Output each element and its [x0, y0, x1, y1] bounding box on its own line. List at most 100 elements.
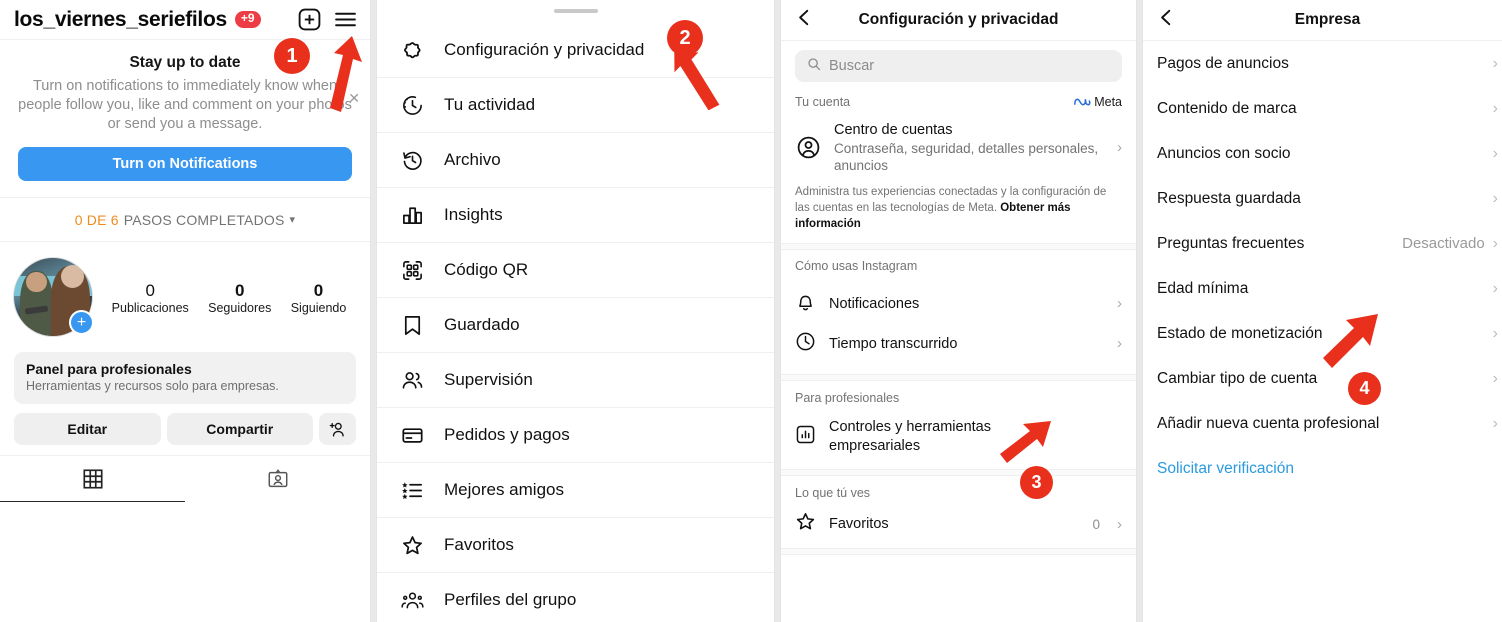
section-label: Tu cuenta — [795, 95, 851, 109]
chevron-right-icon: › — [1492, 144, 1498, 162]
settings-row-notifications[interactable]: Notificaciones › — [781, 280, 1136, 328]
chevron-right-icon: › — [1492, 414, 1498, 432]
settings-row-label: Tiempo transcurrido — [829, 335, 958, 352]
menu-item-close-friends[interactable]: Mejores amigos — [377, 463, 774, 518]
business-row-saved-replies[interactable]: Respuesta guardada › — [1143, 176, 1502, 221]
instagram-profile-panel: los_viernes_seriefilos +9 Stay up to dat… — [0, 0, 370, 622]
section-label: Lo que tú ves — [795, 486, 871, 501]
section-header-usage: Cómo usas Instagram — [781, 250, 1136, 280]
section-divider — [781, 373, 1136, 381]
section-header-account: Tu cuenta Meta — [781, 93, 1136, 116]
menu-item-label: Mejores amigos — [444, 480, 564, 499]
menu-item-saved[interactable]: Guardado — [377, 298, 774, 353]
stat-label: Publicaciones — [111, 301, 189, 315]
search-container: Buscar — [781, 41, 1136, 93]
promo-body: Turn on notifications to immediately kno… — [18, 78, 352, 133]
row-label: Cambiar tipo de cuenta — [1157, 369, 1318, 387]
notifications-promo-card: Stay up to date Turn on notifications to… — [0, 40, 370, 199]
business-row-faq[interactable]: Preguntas frecuentes Desactivado › — [1143, 221, 1502, 266]
people-icon — [399, 369, 425, 392]
profile-summary-row: + 0 Publicaciones 0 Seguidores 0 Siguien… — [0, 242, 370, 346]
stat-value: 0 — [235, 280, 245, 300]
favorites-count: 0 — [1092, 516, 1100, 532]
avatar[interactable]: + — [14, 258, 94, 337]
business-row-monetization-status[interactable]: Estado de monetización › — [1143, 311, 1502, 356]
meta-brand: Meta — [1073, 95, 1122, 109]
annotation-step-1: 1 — [274, 38, 310, 74]
settings-row-favorites[interactable]: Favoritos 0 › — [781, 507, 1136, 548]
bell-icon — [795, 291, 816, 317]
page-title: Empresa — [1294, 11, 1361, 28]
menu-item-insights[interactable]: Insights — [377, 188, 774, 243]
accounts-center-row[interactable]: Centro de cuentas Contraseña, seguridad,… — [781, 116, 1136, 181]
menu-item-label: Configuración y privacidad — [444, 40, 645, 59]
tab-grid[interactable] — [0, 456, 185, 503]
stat-followers[interactable]: 0 Seguidores — [208, 280, 271, 315]
row-label: Respuesta guardada — [1157, 189, 1301, 207]
notification-count-badge: +9 — [234, 11, 261, 28]
page-title: los_viernes_seriefilos — [14, 7, 227, 31]
accounts-center-subtitle: Contraseña, seguridad, detalles personal… — [834, 140, 1099, 174]
tab-tagged[interactable] — [185, 456, 370, 502]
menu-item-label: Archivo — [444, 150, 501, 169]
pro-panel-title: Panel para profesionales — [26, 361, 192, 378]
archive-clock-icon — [399, 149, 425, 172]
business-header: Empresa — [1143, 0, 1502, 41]
back-chevron-icon[interactable] — [1157, 8, 1176, 32]
menu-item-archive[interactable]: Archivo — [377, 133, 774, 188]
add-story-icon[interactable]: + — [69, 310, 94, 336]
section-divider — [781, 242, 1136, 250]
menu-item-group-profiles[interactable]: Perfiles del grupo — [377, 573, 774, 622]
sheet-drag-handle[interactable] — [553, 9, 598, 13]
menu-item-label: Insights — [444, 205, 503, 224]
chevron-right-icon: › — [1492, 189, 1498, 207]
edit-profile-button[interactable]: Editar — [14, 413, 161, 446]
business-row-switch-account-type[interactable]: Cambiar tipo de cuenta › — [1143, 356, 1502, 401]
pro-panel-subtitle: Herramientas y recursos solo para empres… — [26, 379, 279, 394]
turn-on-notifications-button[interactable]: Turn on Notifications — [18, 147, 352, 182]
menu-item-supervision[interactable]: Supervisión — [377, 353, 774, 408]
request-verification-link[interactable]: Solicitar verificación — [1157, 460, 1294, 478]
star-list-icon — [399, 479, 425, 502]
share-profile-button[interactable]: Compartir — [166, 413, 313, 446]
section-divider-bottom — [781, 548, 1136, 556]
settings-row-business-tools[interactable]: Controles y herramientas empresariales › — [781, 412, 1136, 469]
stat-value: 0 — [145, 280, 155, 300]
chevron-right-icon: › — [1492, 279, 1498, 297]
menu-item-your-activity[interactable]: Tu actividad — [377, 78, 774, 133]
menu-item-label: Perfiles del grupo — [444, 590, 577, 609]
plus-square-icon[interactable] — [294, 5, 324, 35]
settings-row-time-spent[interactable]: Tiempo transcurrido › — [781, 328, 1136, 368]
business-row-minimum-age[interactable]: Edad mínima › — [1143, 266, 1502, 311]
meta-label: Meta — [1094, 95, 1122, 109]
back-chevron-icon[interactable] — [795, 8, 814, 32]
menu-item-qr-code[interactable]: Código QR — [377, 243, 774, 298]
business-row-request-verification[interactable]: Solicitar verificación — [1143, 446, 1502, 491]
chevron-right-icon: › — [1492, 324, 1498, 342]
business-row-branded-content[interactable]: Contenido de marca › — [1143, 86, 1502, 131]
menu-item-favorites[interactable]: Favoritos — [377, 518, 774, 573]
annotation-step-4: 4 — [1348, 372, 1381, 405]
stat-posts[interactable]: 0 Publicaciones — [112, 280, 189, 315]
menu-item-orders-payments[interactable]: Pedidos y pagos — [377, 408, 774, 463]
search-icon — [807, 57, 821, 76]
chevron-right-icon: › — [1492, 54, 1498, 72]
gear-icon — [399, 39, 425, 62]
menu-item-settings-privacy[interactable]: Configuración y privacidad — [377, 23, 774, 78]
business-row-partner-ads[interactable]: Anuncios con socio › — [1143, 131, 1502, 176]
close-icon[interactable]: ✕ — [348, 90, 360, 107]
stat-following[interactable]: 0 Siguiendo — [291, 280, 347, 315]
profile-actions: Editar Compartir — [0, 404, 370, 446]
steps-progress-row[interactable]: 0 DE 6 PASOS COMPLETADOS ▾ — [0, 198, 370, 243]
business-row-ad-payments[interactable]: Pagos de anuncios › — [1143, 41, 1502, 86]
row-label: Añadir nueva cuenta profesional — [1157, 414, 1380, 432]
profile-tabbar — [0, 455, 370, 503]
professional-dashboard-card[interactable]: Panel para profesionales Herramientas y … — [14, 352, 356, 405]
search-input[interactable]: Buscar — [795, 50, 1122, 82]
hamburger-menu-icon[interactable] — [330, 5, 360, 35]
add-person-icon[interactable] — [319, 413, 356, 446]
business-row-add-professional-account[interactable]: Añadir nueva cuenta profesional › — [1143, 401, 1502, 446]
section-divider — [781, 469, 1136, 477]
panel-gap — [370, 0, 377, 622]
chevron-right-icon: › — [1117, 139, 1122, 157]
